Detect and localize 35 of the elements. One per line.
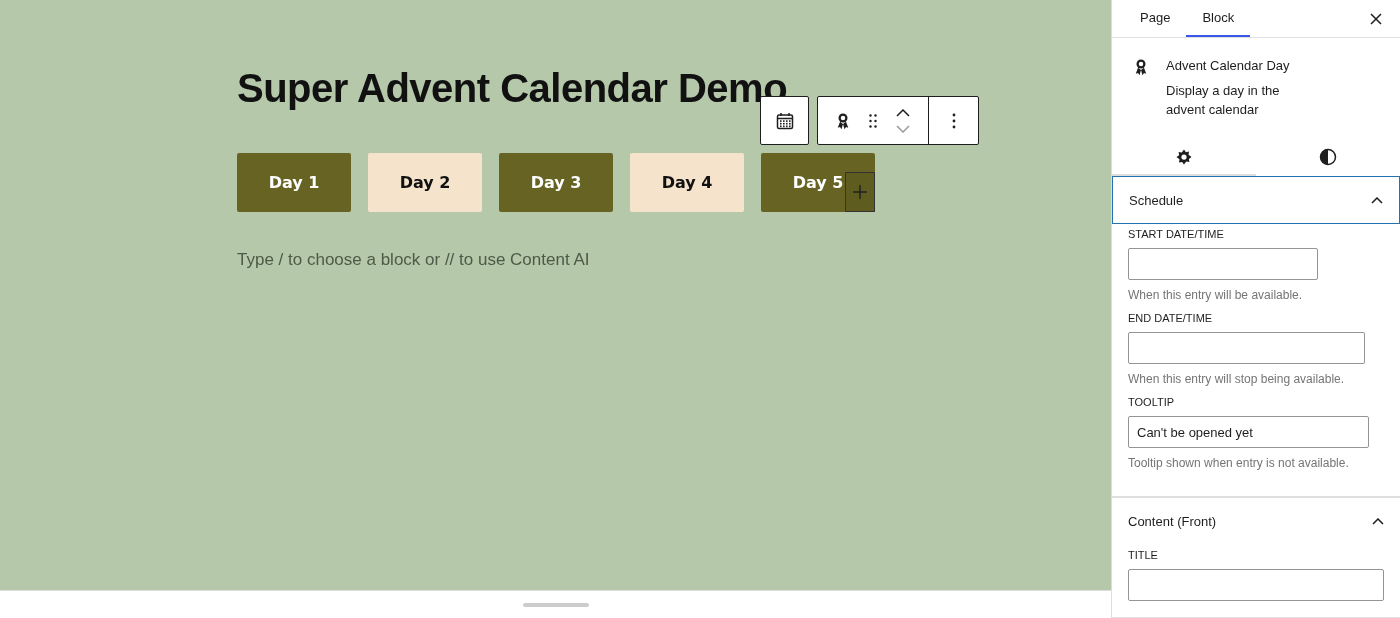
help-text: When this entry will be available. (1128, 288, 1304, 302)
day-button[interactable]: Day 3 (499, 153, 613, 212)
panel-header[interactable]: Schedule (1112, 176, 1400, 224)
text-field[interactable]: Can't be opened yet (1128, 416, 1369, 448)
chevron-down-icon (896, 124, 910, 133)
block-name: Advent Calendar Day (1166, 58, 1291, 73)
contrast-icon (1319, 147, 1337, 166)
block-description: Display a day in the advent calendar (1166, 82, 1281, 119)
settings-icon (1175, 147, 1193, 166)
chevron-up-icon (1371, 196, 1383, 204)
chevron-up-icon (896, 108, 910, 117)
day-button[interactable]: Day 5 (761, 153, 875, 212)
field-label: TITLE (1128, 549, 1159, 561)
drag-icon (869, 113, 877, 128)
text-field[interactable] (1128, 569, 1384, 601)
close-icon (1370, 12, 1382, 25)
paragraph-placeholder[interactable]: Type / to choose a block or // to use Content AI (237, 250, 1111, 270)
help-text: When this entry will stop being available. (1128, 372, 1346, 386)
text-field[interactable] (1128, 332, 1365, 364)
add-block-button[interactable] (845, 172, 875, 212)
day-button[interactable]: Day 4 (630, 153, 744, 212)
plus-icon (853, 185, 867, 199)
field-label: END DATE/TIME (1128, 312, 1214, 324)
sidebar-tab[interactable]: Block (1186, 0, 1251, 37)
more-icon (951, 112, 956, 129)
day-button[interactable]: Day 1 (237, 153, 351, 212)
chevron-up-icon (1372, 518, 1384, 525)
sidebar-tab[interactable]: Page (1124, 0, 1187, 37)
field-label: START DATE/TIME (1128, 228, 1225, 240)
field-label: TOOLTIP (1128, 396, 1176, 408)
day-button[interactable]: Day 2 (368, 153, 482, 212)
calendar-icon (775, 111, 794, 130)
resize-handle[interactable] (522, 602, 589, 607)
help-text: Tooltip shown when entry is not available. (1128, 456, 1350, 470)
text-field[interactable] (1128, 248, 1318, 280)
